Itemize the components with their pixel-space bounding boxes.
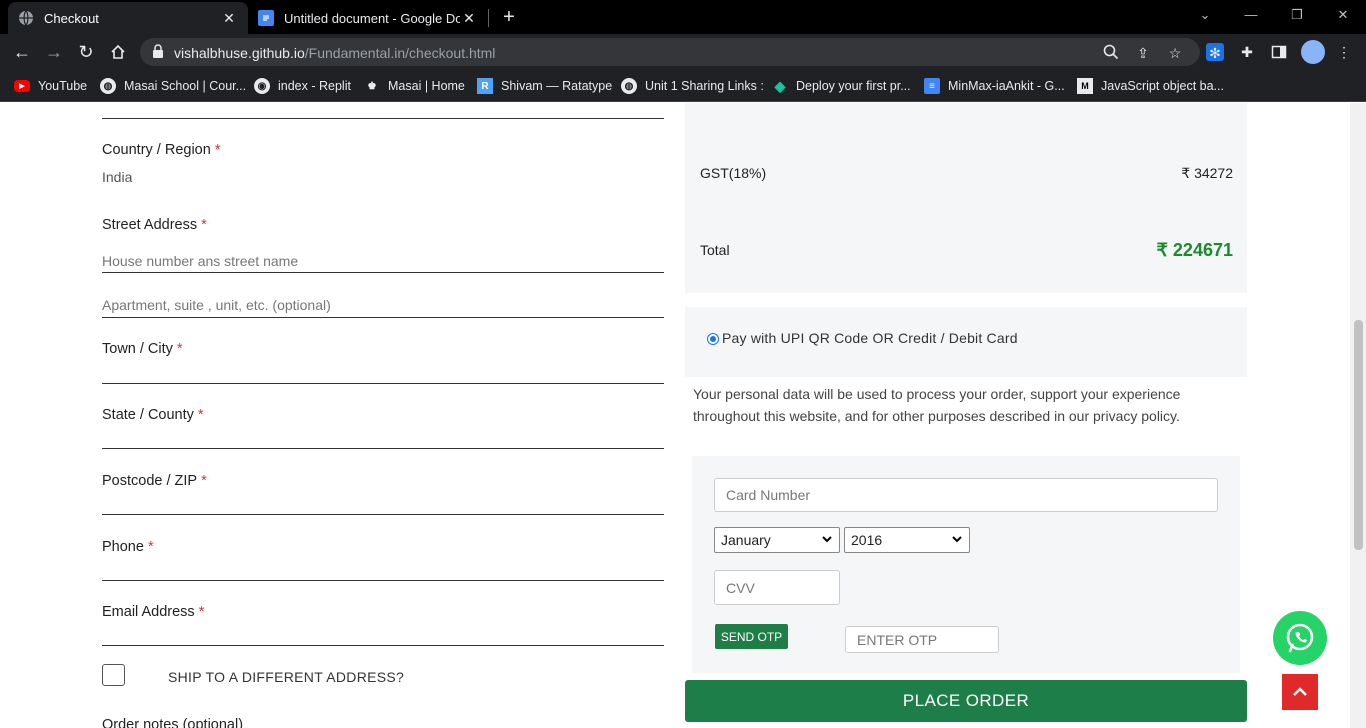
chevron-down-icon bbox=[952, 536, 962, 543]
upi-card-radio[interactable] bbox=[707, 333, 719, 345]
ship-different-label: SHIP TO A DIFFERENT ADDRESS? bbox=[168, 669, 405, 685]
total-value: ₹ 224671 bbox=[1156, 240, 1233, 260]
bookmark-ratatype[interactable]: R Shivam — Ratatype bbox=[477, 76, 612, 96]
expiry-month-select[interactable]: January bbox=[714, 527, 840, 553]
address-bar[interactable]: vishalbhuse.github.io/Fundamental.in/che… bbox=[140, 38, 1200, 66]
docs-icon: ≡ bbox=[924, 78, 940, 94]
diamond-icon: ◆ bbox=[774, 77, 786, 94]
zoom-icon[interactable] bbox=[1102, 44, 1120, 62]
bookmark-deploy[interactable]: ◆ Deploy your first pr... bbox=[772, 76, 911, 96]
extension-icon[interactable]: ✻ bbox=[1206, 43, 1224, 61]
url-text: vishalbhuse.github.io/Fundamental.in/che… bbox=[174, 45, 496, 61]
tab-separator bbox=[488, 9, 489, 27]
chevron-up-icon bbox=[1293, 687, 1307, 696]
side-panel-icon[interactable] bbox=[1269, 42, 1289, 62]
menu-kebab-icon[interactable]: ⋮ bbox=[1334, 42, 1354, 62]
minimize-icon[interactable]: — bbox=[1228, 0, 1274, 30]
youtube-icon: ▶ bbox=[14, 80, 30, 92]
browser-tab-bar: Checkout ✕ Untitled document - Google Do… bbox=[0, 0, 1366, 34]
bookmark-masai-school[interactable]: ◍ Masai School | Cour... bbox=[100, 76, 246, 96]
forward-icon[interactable]: → bbox=[42, 40, 66, 64]
bookmark-unit1-links[interactable]: ◍ Unit 1 Sharing Links : bbox=[621, 76, 764, 96]
gst-label: GST(18%) bbox=[700, 165, 767, 181]
share-icon[interactable]: ⇪ bbox=[1134, 44, 1152, 62]
tab-search-icon[interactable]: ⌄ bbox=[1182, 0, 1228, 30]
street-label: Street Address * bbox=[102, 217, 207, 233]
reload-icon[interactable]: ↻ bbox=[74, 40, 98, 64]
page-scrollbar[interactable] bbox=[1350, 103, 1366, 728]
email-label: Email Address * bbox=[102, 604, 205, 620]
email-input[interactable] bbox=[102, 645, 664, 646]
field-underline bbox=[102, 317, 664, 318]
globe-icon: ◍ bbox=[100, 78, 116, 94]
phone-input[interactable] bbox=[102, 580, 664, 581]
scroll-to-top-button[interactable] bbox=[1282, 674, 1318, 710]
privacy-notice: Your personal data will be used to proce… bbox=[693, 386, 1181, 424]
bookmark-star-icon[interactable]: ☆ bbox=[1166, 44, 1184, 62]
postcode-label: Postcode / ZIP * bbox=[102, 473, 207, 489]
close-window-icon[interactable]: ✕ bbox=[1320, 0, 1366, 30]
home-icon[interactable] bbox=[106, 40, 130, 64]
ratatype-icon: R bbox=[477, 78, 493, 94]
bookmark-replit[interactable]: ◉ index - Replit bbox=[254, 76, 351, 96]
state-input[interactable] bbox=[102, 448, 664, 449]
globe-icon: ◍ bbox=[621, 78, 637, 94]
gst-value: ₹ 34272 bbox=[1181, 165, 1233, 181]
profile-avatar[interactable] bbox=[1301, 40, 1325, 64]
postcode-input[interactable] bbox=[102, 514, 664, 515]
state-label: State / County * bbox=[102, 407, 204, 423]
browser-toolbar: ← → ↻ vishalbhuse.github.io/Fundamental.… bbox=[0, 34, 1366, 70]
send-otp-button[interactable]: SEND OTP bbox=[715, 624, 788, 649]
bookmark-minmax[interactable]: ≡ MinMax-iaAnkit - G... bbox=[924, 76, 1065, 96]
city-input[interactable] bbox=[102, 383, 664, 384]
bookmark-youtube[interactable]: ▶ YouTube bbox=[14, 76, 87, 96]
chevron-down-icon bbox=[822, 536, 832, 543]
cvv-input[interactable]: CVV bbox=[714, 570, 840, 605]
tab-checkout[interactable]: Checkout ✕ bbox=[8, 2, 248, 34]
restore-icon[interactable]: ❐ bbox=[1274, 0, 1320, 30]
replit-icon: ◉ bbox=[254, 78, 270, 94]
apartment-input[interactable]: Apartment, suite , unit, etc. (optional) bbox=[102, 297, 331, 313]
street-address-input[interactable]: House number ans street name bbox=[102, 253, 298, 269]
card-number-input[interactable]: Card Number bbox=[714, 478, 1218, 512]
tab-google-doc[interactable]: Untitled document - Google Doc ✕ bbox=[248, 2, 488, 34]
masai-icon: ♚ bbox=[367, 80, 377, 92]
field-underline bbox=[102, 272, 664, 273]
ship-different-checkbox[interactable] bbox=[102, 664, 125, 686]
tab-title: Checkout bbox=[44, 10, 99, 26]
total-label: Total bbox=[700, 242, 730, 258]
order-summary: GST(18%) ₹ 34272 Total ₹ 224671 bbox=[685, 103, 1247, 293]
payment-option-label[interactable]: Pay with UPI QR Code OR Credit / Debit C… bbox=[722, 330, 1018, 346]
order-notes-label: Order notes (optional) bbox=[102, 717, 244, 728]
docs-icon bbox=[258, 10, 274, 26]
close-tab-icon[interactable]: ✕ bbox=[220, 10, 238, 27]
new-tab-icon[interactable]: + bbox=[498, 6, 520, 28]
country-label: Country / Region * bbox=[102, 142, 221, 158]
city-label: Town / City * bbox=[102, 341, 183, 357]
whatsapp-chat-button[interactable] bbox=[1273, 611, 1327, 665]
phone-label: Phone * bbox=[102, 539, 154, 555]
country-value[interactable]: India bbox=[102, 169, 132, 185]
card-details-box: Card Number January 2016 CVV SEND OTP EN… bbox=[692, 456, 1240, 673]
puzzle-icon[interactable]: ✚ bbox=[1237, 42, 1257, 62]
back-icon[interactable]: ← bbox=[10, 40, 34, 64]
field-underline bbox=[102, 118, 664, 119]
place-order-button[interactable]: PLACE ORDER bbox=[685, 680, 1247, 722]
whatsapp-icon bbox=[1286, 623, 1314, 653]
medium-icon: M bbox=[1077, 78, 1093, 94]
globe-icon bbox=[18, 10, 34, 26]
bookmark-js-object[interactable]: M JavaScript object ba... bbox=[1077, 76, 1224, 96]
checkout-page: Country / Region * India Street Address * … bbox=[0, 103, 1350, 728]
otp-input[interactable]: ENTER OTP bbox=[845, 626, 999, 653]
tab-title: Untitled document - Google Doc bbox=[284, 10, 460, 26]
scrollbar-thumb[interactable] bbox=[1354, 320, 1363, 550]
close-tab-icon[interactable]: ✕ bbox=[460, 10, 478, 27]
bookmarks-bar: ▶ YouTube ◍ Masai School | Cour... ◉ ind… bbox=[0, 70, 1366, 102]
payment-method-box: Pay with UPI QR Code OR Credit / Debit C… bbox=[685, 307, 1247, 377]
bookmark-masai-home[interactable]: ♚ Masai | Home bbox=[364, 76, 465, 96]
expiry-year-select[interactable]: 2016 bbox=[844, 527, 970, 553]
lock-icon[interactable] bbox=[152, 44, 164, 63]
